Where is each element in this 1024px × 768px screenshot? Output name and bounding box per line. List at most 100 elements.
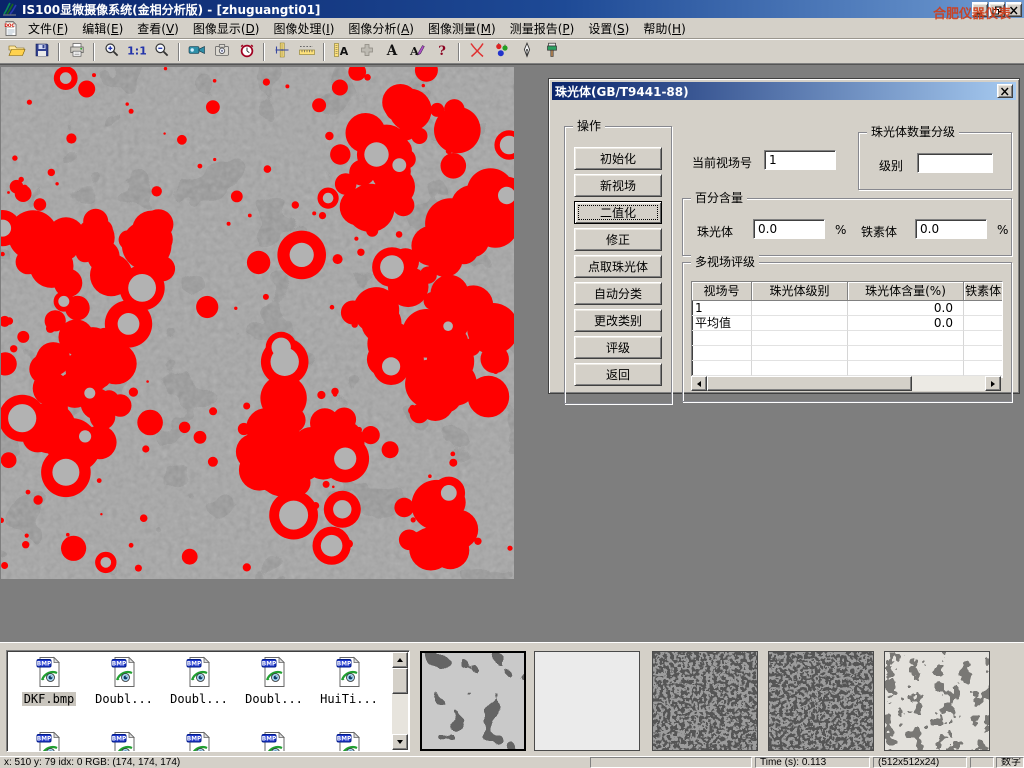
file-item[interactable]: BMP [88, 731, 160, 752]
ferrite-percent-label: 铁素体 [861, 223, 897, 240]
sample-thumbnail-1[interactable] [420, 651, 526, 751]
file-item[interactable]: BMP [238, 731, 310, 752]
toolbar-separator [323, 43, 325, 61]
scroll-left-button[interactable] [691, 376, 707, 391]
file-name: Doubl... [243, 692, 305, 706]
app-icon [2, 1, 18, 17]
table-row[interactable]: 10.0 [692, 301, 1002, 316]
grade-group-label: 珠光体数量分级 [867, 125, 959, 140]
table-hscrollbar[interactable] [691, 376, 1001, 391]
file-item[interactable]: BMP HuiTi... [313, 656, 385, 706]
column-header[interactable]: 珠光体级别 [752, 282, 848, 301]
menu-item-10[interactable]: 帮助(H) [636, 19, 692, 38]
svg-text:A: A [409, 44, 420, 58]
file-item[interactable]: BMP [163, 731, 235, 752]
table-row[interactable] [692, 346, 1002, 361]
delete-curve-button[interactable] [464, 41, 489, 63]
classify-points-button[interactable] [489, 41, 514, 63]
file-item[interactable]: BMP [313, 731, 385, 752]
sample-thumbnail-3[interactable] [652, 651, 758, 751]
file-list-scrollbar[interactable] [392, 652, 408, 750]
rating-table[interactable]: 视场号珠光体级别珠光体含量(%)铁素体含量(%)10.0平均值0.0 [691, 281, 1003, 378]
svg-text:DOC: DOC [4, 23, 14, 28]
svg-text:BMP: BMP [37, 661, 52, 667]
menu-item-6[interactable]: 图像分析(A) [341, 19, 421, 38]
camera-button[interactable] [209, 41, 234, 63]
measure-text-button[interactable]: A [329, 41, 354, 63]
column-header[interactable]: 视场号 [692, 282, 752, 301]
move-cross-button[interactable] [354, 41, 379, 63]
table-row[interactable]: 平均值0.0 [692, 316, 1002, 331]
op-button-评级[interactable]: 评级 [574, 336, 662, 359]
current-field-input[interactable] [764, 150, 836, 170]
percent-group-label: 百分含量 [691, 191, 747, 206]
op-button-更改类别[interactable]: 更改类别 [574, 309, 662, 332]
zoom-in-button[interactable] [99, 41, 124, 63]
file-item[interactable]: BMP Doubl... [238, 656, 310, 706]
menu-item-2[interactable]: 编辑(E) [75, 19, 130, 38]
op-button-返回[interactable]: 返回 [574, 363, 662, 386]
help-button[interactable]: ? [429, 41, 454, 63]
edit-text-button[interactable]: A [404, 41, 429, 63]
menu-item-9[interactable]: 设置(S) [581, 19, 636, 38]
scroll-thumb[interactable] [392, 668, 408, 694]
caliper-icon [274, 42, 290, 61]
pearlite-dialog: 珠光体(GB/T9441-88) 操作 初始化新视场二值化修正点取珠光体自动分类… [548, 78, 1020, 394]
ruler-button[interactable] [294, 41, 319, 63]
grade-level-input[interactable] [917, 153, 993, 173]
column-header[interactable]: 珠光体含量(%) [848, 282, 964, 301]
status-bar: x: 510 y: 79 idx: 0 RGB: (174, 174, 174)… [0, 756, 1024, 768]
caliper-button[interactable] [269, 41, 294, 63]
menu-item-8[interactable]: 测量报告(P) [503, 19, 582, 38]
pearlite-percent-input[interactable] [753, 219, 825, 239]
text-label-button[interactable]: A [379, 41, 404, 63]
bmp-file-icon: BMP [186, 677, 212, 691]
dialog-close-button[interactable] [997, 84, 1013, 98]
scroll-down-button[interactable] [392, 734, 408, 750]
video-camera-icon [188, 42, 206, 61]
dialog-title-bar[interactable]: 珠光体(GB/T9441-88) [552, 82, 1016, 100]
print-button[interactable] [64, 41, 89, 63]
status-image-size: (512x512x24) [873, 757, 967, 768]
table-row[interactable] [692, 361, 1002, 376]
svg-text:A: A [340, 45, 349, 58]
op-button-修正[interactable]: 修正 [574, 228, 662, 251]
save-button[interactable] [29, 41, 54, 63]
zoom-out-button[interactable] [149, 41, 174, 63]
file-item[interactable]: BMP DKF.bmp [13, 656, 85, 706]
file-item[interactable]: BMP [13, 731, 85, 752]
timer-button[interactable] [234, 41, 259, 63]
open-folder-button[interactable] [4, 41, 29, 63]
scroll-up-button[interactable] [392, 652, 408, 668]
menu-item-4[interactable]: 图像显示(D) [186, 19, 267, 38]
file-item[interactable]: BMP Doubl... [88, 656, 160, 706]
menu-item-5[interactable]: 图像处理(I) [266, 19, 341, 38]
table-row[interactable] [692, 331, 1002, 346]
menu-item-3[interactable]: 查看(V) [130, 19, 186, 38]
file-name: Doubl... [93, 692, 155, 706]
sample-thumbnail-4[interactable] [768, 651, 874, 751]
scroll-thumb[interactable] [707, 376, 912, 391]
video-camera-button[interactable] [184, 41, 209, 63]
menu-item-7[interactable]: 图像测量(M) [421, 19, 503, 38]
file-list[interactable]: BMP DKF.bmp BMP Doubl... BMP Doubl... BM… [6, 650, 410, 752]
file-item[interactable]: BMP Doubl... [163, 656, 235, 706]
table-header-row: 视场号珠光体级别珠光体含量(%)铁素体含量(%) [692, 282, 1002, 301]
column-header[interactable]: 铁素体含量(%) [964, 282, 1003, 301]
ferrite-percent-input[interactable] [915, 219, 987, 239]
op-button-点取珠光体[interactable]: 点取珠光体 [574, 255, 662, 278]
pen-button[interactable] [514, 41, 539, 63]
op-button-二值化[interactable]: 二值化 [574, 201, 662, 224]
micrograph-image[interactable] [1, 67, 514, 579]
svg-text:BMP: BMP [112, 661, 127, 667]
menu-item-1[interactable]: 文件(F) [21, 19, 75, 38]
op-button-初始化[interactable]: 初始化 [574, 147, 662, 170]
actual-size-button[interactable]: 1:1 [124, 41, 149, 63]
op-button-自动分类[interactable]: 自动分类 [574, 282, 662, 305]
op-button-新视场[interactable]: 新视场 [574, 174, 662, 197]
file-name: HuiTi... [318, 692, 380, 706]
sample-thumbnail-2[interactable] [534, 651, 640, 751]
scroll-right-button[interactable] [985, 376, 1001, 391]
sample-thumbnail-5[interactable] [884, 651, 990, 751]
brush-button[interactable] [539, 41, 564, 63]
